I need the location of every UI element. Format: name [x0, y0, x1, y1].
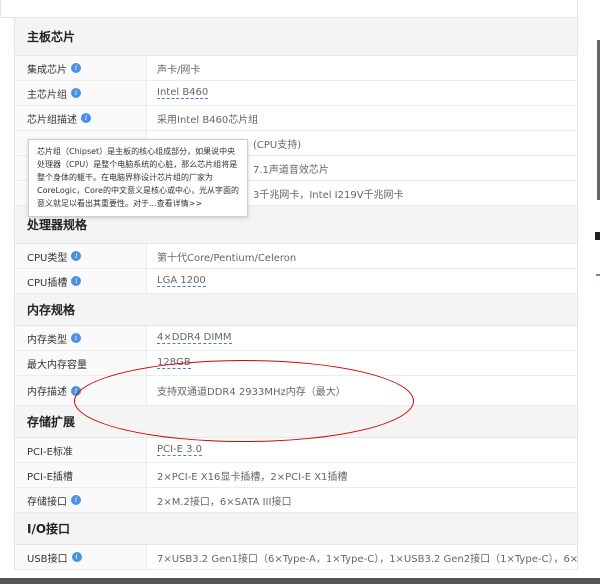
- row-value: LGA 1200: [147, 269, 577, 293]
- table-row: PCI-E插槽 2×PCI-E X16显卡插槽，2×PCI-E X1插槽: [14, 463, 578, 488]
- row-value: Intel B460: [147, 81, 577, 105]
- row-value: 4×DDR4 DIMM: [147, 326, 577, 350]
- table-row: 集成芯片 i 声卡/网卡: [14, 56, 578, 81]
- section-title-memory: 内存规格: [14, 294, 578, 326]
- row-label: PCI-E插槽: [15, 463, 147, 487]
- info-icon[interactable]: i: [81, 113, 91, 123]
- row-value: 声卡/网卡: [157, 64, 201, 76]
- row-label: USB接口 i: [15, 545, 147, 569]
- section-title-chipset: 主板芯片: [14, 18, 578, 56]
- row-label: PCI-E标准: [15, 438, 147, 462]
- row-value: 2×PCI-E X16显卡插槽，2×PCI-E X1插槽: [157, 471, 348, 483]
- sidebar-accent: [596, 274, 600, 276]
- row-value: 采用Intel B460芯片组: [157, 114, 259, 126]
- spec-table: 主板芯片 集成芯片 i 声卡/网卡 主芯片组 i Intel B460 芯片组描述 i…: [14, 18, 578, 570]
- row-label: 集成芯片 i: [15, 56, 147, 80]
- tooltip-text: 芯片组（Chipset）是主板的核心组成部分，如果说中央处理器（CPU）是整个电…: [37, 147, 239, 208]
- section-title-io: I/O接口: [14, 513, 578, 545]
- info-icon[interactable]: i: [71, 552, 82, 562]
- row-label: 芯片组描述 i: [15, 106, 147, 130]
- row-label: CPU类型 i: [15, 244, 147, 268]
- row-value: 第十代Core/Pentium/Celeron: [157, 252, 297, 264]
- table-row: PCI-E标准 PCI-E 3.0: [14, 438, 578, 463]
- row-label: 主芯片组 i: [15, 81, 147, 105]
- previous-panel-edge: [0, 0, 578, 18]
- info-icon[interactable]: i: [71, 333, 81, 343]
- table-row: 存储接口 i 2×M.2接口，6×SATA III接口: [14, 488, 578, 513]
- table-row: 主芯片组 i Intel B460: [14, 81, 578, 106]
- value-link[interactable]: Intel B460: [157, 87, 209, 99]
- row-value: 7×USB3.2 Gen1接口（6×Type-A，1×Type-C），1×USB…: [157, 553, 577, 565]
- row-label: 存储接口 i: [15, 488, 147, 512]
- table-row: 芯片组描述 i 采用Intel B460芯片组: [14, 106, 578, 131]
- value-link[interactable]: 4×DDR4 DIMM: [157, 332, 232, 344]
- value-link[interactable]: LGA 1200: [157, 275, 206, 287]
- table-row: CPU类型 i 第十代Core/Pentium/Celeron: [14, 244, 578, 269]
- table-row: USB接口 i 7×USB3.2 Gen1接口（6×Type-A，1×Type-C…: [14, 545, 578, 570]
- value-link[interactable]: PCI-E 3.0: [157, 444, 202, 456]
- info-icon[interactable]: i: [71, 495, 81, 505]
- chipset-tooltip: 芯片组（Chipset）是主板的核心组成部分，如果说中央处理器（CPU）是整个电…: [28, 139, 248, 217]
- tooltip-more-link[interactable]: 查看详情>>: [157, 199, 202, 208]
- table-row: CPU插槽 i LGA 1200: [14, 269, 578, 294]
- info-icon[interactable]: i: [71, 63, 81, 73]
- info-icon[interactable]: i: [71, 88, 81, 98]
- info-icon[interactable]: i: [71, 251, 82, 261]
- row-value: 2×M.2接口，6×SATA III接口: [157, 496, 292, 508]
- table-row: 内存类型 i 4×DDR4 DIMM: [14, 326, 578, 351]
- info-icon[interactable]: i: [71, 276, 82, 286]
- row-value: PCI-E 3.0: [147, 438, 577, 462]
- sidebar-glyph: [595, 232, 600, 240]
- taskbar-edge: [0, 578, 600, 584]
- row-label: 内存类型 i: [15, 326, 147, 350]
- row-label: CPU插槽 i: [15, 269, 147, 293]
- highlight-circle: [74, 360, 414, 442]
